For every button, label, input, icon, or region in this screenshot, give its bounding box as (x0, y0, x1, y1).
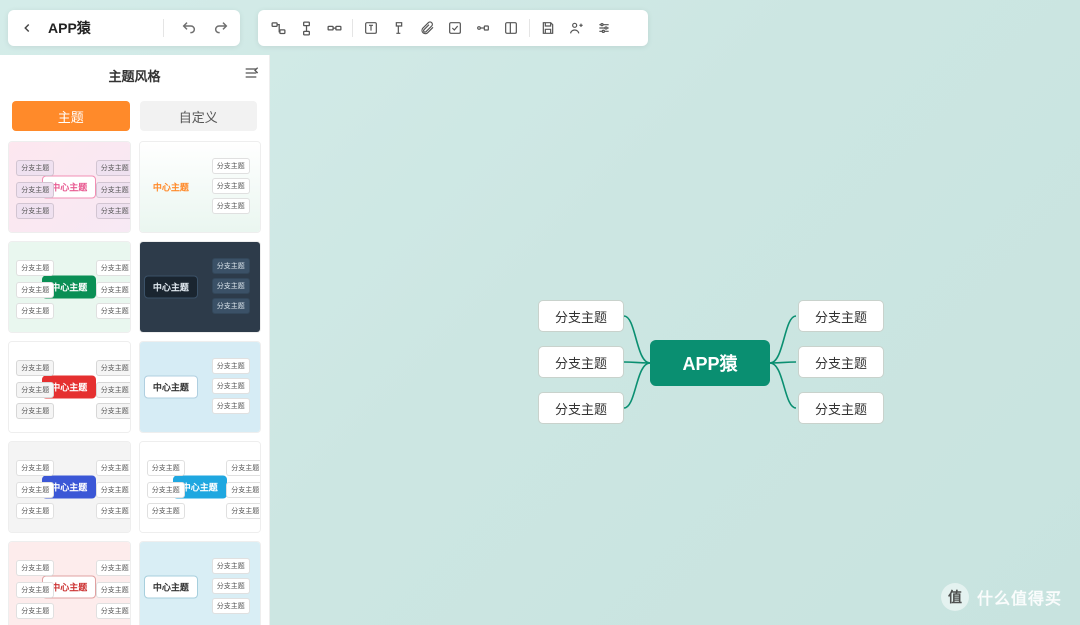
format-icon (391, 20, 407, 36)
theme-option[interactable]: 中心主题分支主题分支主题分支主题分支主题分支主题分支主题 (8, 241, 131, 333)
format-button[interactable] (385, 14, 413, 42)
insert-related-button[interactable] (320, 14, 348, 42)
mindmap-center-node[interactable]: APP猿 (650, 340, 770, 386)
redo-button[interactable] (210, 17, 232, 39)
theme-option[interactable]: 中心主题分支主题分支主题分支主题分支主题分支主题分支主题 (8, 441, 131, 533)
layout-button[interactable] (497, 14, 525, 42)
mindmap-branch-node[interactable]: 分支主题 (538, 300, 624, 332)
sidebar-header: 主题风格 (0, 55, 269, 95)
layout-icon (503, 20, 519, 36)
undo-icon (181, 20, 197, 36)
topic-below-icon (298, 20, 315, 37)
theme-option[interactable]: 中心主题分支主题分支主题分支主题分支主题分支主题分支主题 (8, 341, 131, 433)
page-title: APP猿 (48, 18, 91, 38)
toolbar (258, 10, 648, 46)
settings-list-button[interactable] (590, 14, 618, 42)
watermark-badge: 值 (941, 583, 969, 611)
insert-topic-below-button[interactable] (292, 14, 320, 42)
related-icon (326, 20, 343, 37)
mindmap-branch-node[interactable]: 分支主题 (538, 346, 624, 378)
collapse-panel-button[interactable] (243, 65, 259, 81)
share-button[interactable] (562, 14, 590, 42)
theme-option[interactable]: 中心主题分支主题分支主题分支主题分支主题分支主题分支主题 (8, 141, 131, 233)
divider (529, 19, 530, 37)
paperclip-icon (419, 20, 435, 36)
theme-option[interactable]: 中心主题分支主题分支主题分支主题分支主题分支主题分支主题 (139, 441, 262, 533)
divider (163, 19, 164, 37)
save-icon (540, 20, 556, 36)
watermark-text: 什么值得买 (977, 585, 1062, 609)
checkbox-icon (447, 20, 463, 36)
task-button[interactable] (441, 14, 469, 42)
text-button[interactable] (357, 14, 385, 42)
sidebar-theme-panel: 主题风格 主题 自定义 中心主题分支主题分支主题分支主题分支主题分支主题分支主题… (0, 55, 270, 625)
theme-option[interactable]: 中心主题分支主题分支主题分支主题 (139, 141, 262, 233)
tab-theme[interactable]: 主题 (12, 101, 130, 131)
mindmap-branch-node[interactable]: 分支主题 (798, 392, 884, 424)
theme-option[interactable]: 中心主题分支主题分支主题分支主题 (139, 241, 262, 333)
sidebar-title: 主题风格 (108, 66, 160, 85)
theme-option[interactable]: 中心主题分支主题分支主题分支主题分支主题分支主题分支主题 (8, 541, 131, 625)
theme-option[interactable]: 中心主题分支主题分支主题分支主题 (139, 541, 262, 625)
chevron-left-icon (20, 21, 34, 35)
back-button[interactable] (16, 17, 38, 39)
connector-icon (475, 20, 491, 36)
tab-custom[interactable]: 自定义 (140, 101, 258, 131)
mindmap-branch-node[interactable]: 分支主题 (538, 392, 624, 424)
sidebar-tabs: 主题 自定义 (0, 95, 269, 141)
theme-grid: 中心主题分支主题分支主题分支主题分支主题分支主题分支主题中心主题分支主题分支主题… (0, 141, 269, 625)
save-button[interactable] (534, 14, 562, 42)
sliders-icon (596, 20, 612, 36)
redo-icon (213, 20, 229, 36)
link-button[interactable] (469, 14, 497, 42)
undo-button[interactable] (178, 17, 200, 39)
share-person-icon (568, 20, 584, 36)
title-bar: APP猿 (8, 10, 240, 46)
attachment-button[interactable] (413, 14, 441, 42)
subtopic-icon (270, 20, 287, 37)
mindmap-branch-node[interactable]: 分支主题 (798, 300, 884, 332)
insert-subtopic-button[interactable] (264, 14, 292, 42)
divider (352, 19, 353, 37)
mindmap-branch-node[interactable]: 分支主题 (798, 346, 884, 378)
collapse-icon (243, 65, 259, 81)
watermark: 值 什么值得买 (941, 583, 1062, 611)
theme-option[interactable]: 中心主题分支主题分支主题分支主题 (139, 341, 262, 433)
text-icon (363, 20, 379, 36)
